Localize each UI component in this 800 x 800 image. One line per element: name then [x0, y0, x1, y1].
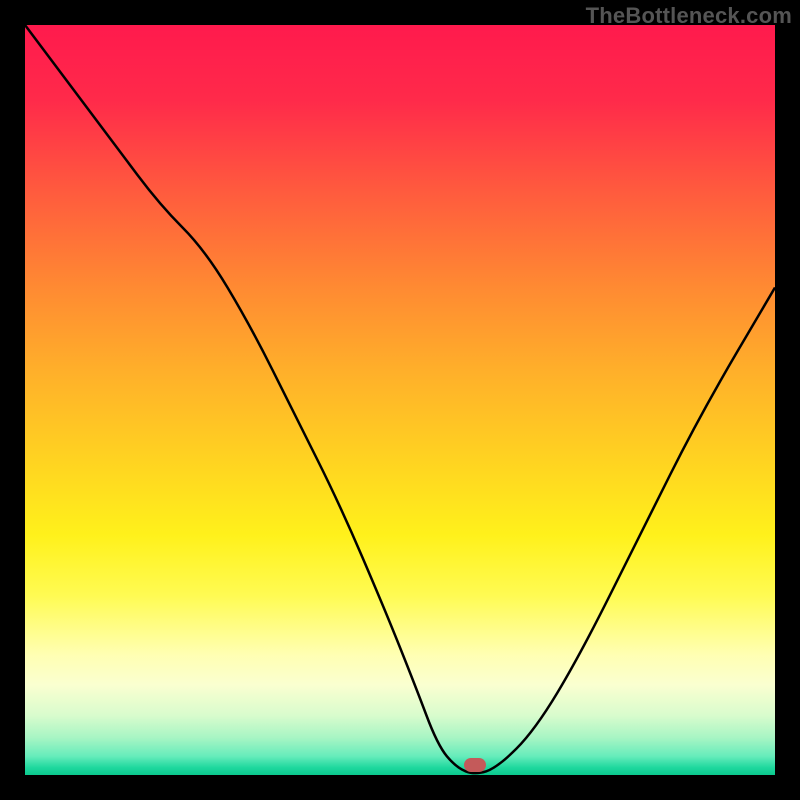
plot-area [25, 25, 775, 775]
bottleneck-curve [25, 25, 775, 775]
curve-path [25, 25, 775, 773]
chart-container: TheBottleneck.com [0, 0, 800, 800]
optimal-point-marker [464, 758, 486, 772]
